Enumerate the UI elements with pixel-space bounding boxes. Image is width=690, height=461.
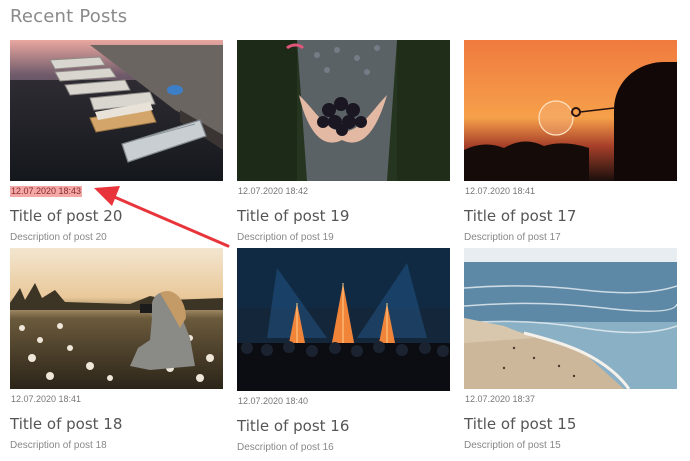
post-description: Description of post 19 <box>237 232 334 243</box>
post-title[interactable]: Title of post 16 <box>237 417 450 435</box>
post-description: Description of post 20 <box>10 232 107 243</box>
post-date: 12.07.2020 18:40 <box>238 396 309 406</box>
post-image[interactable] <box>10 40 223 181</box>
post-image[interactable] <box>237 40 450 181</box>
post-card: 12.07.2020 18:43 Title of post 20 Descri… <box>10 40 223 244</box>
post-date: 12.07.2020 18:42 <box>238 186 309 196</box>
post-card: 12.07.2020 18:41 Title of post 18 Descri… <box>10 248 223 452</box>
post-title[interactable]: Title of post 18 <box>10 415 223 433</box>
post-date: 12.07.2020 18:43 <box>10 186 83 197</box>
post-title[interactable]: Title of post 20 <box>10 207 223 225</box>
post-title[interactable]: Title of post 15 <box>464 415 677 433</box>
post-card: 12.07.2020 18:37 Title of post 15 Descri… <box>464 248 677 452</box>
post-image[interactable] <box>237 248 450 391</box>
beach-coastline-image <box>464 248 677 389</box>
post-description: Description of post 18 <box>10 440 107 451</box>
photographer-in-field-image <box>10 248 223 389</box>
hands-with-blackberries-image <box>237 40 450 181</box>
festival-stage-image <box>237 248 450 391</box>
boats-at-dock-image <box>10 40 223 181</box>
post-description: Description of post 15 <box>464 440 561 451</box>
post-card: 12.07.2020 18:41 Title of post 17 Descri… <box>464 40 677 244</box>
post-image[interactable] <box>464 40 677 181</box>
post-description: Description of post 17 <box>464 232 561 243</box>
section-title: Recent Posts <box>10 6 128 27</box>
post-date: 12.07.2020 18:41 <box>465 186 536 196</box>
post-title[interactable]: Title of post 19 <box>237 207 450 225</box>
post-description: Description of post 16 <box>237 442 334 453</box>
post-card: 12.07.2020 18:42 Title of post 19 Descri… <box>237 40 450 244</box>
post-title[interactable]: Title of post 17 <box>464 207 677 225</box>
post-image[interactable] <box>464 248 677 389</box>
post-date: 12.07.2020 18:41 <box>11 394 82 404</box>
post-image[interactable] <box>10 248 223 389</box>
post-date: 12.07.2020 18:37 <box>465 394 536 404</box>
sunset-soap-bubble-image <box>464 40 677 181</box>
